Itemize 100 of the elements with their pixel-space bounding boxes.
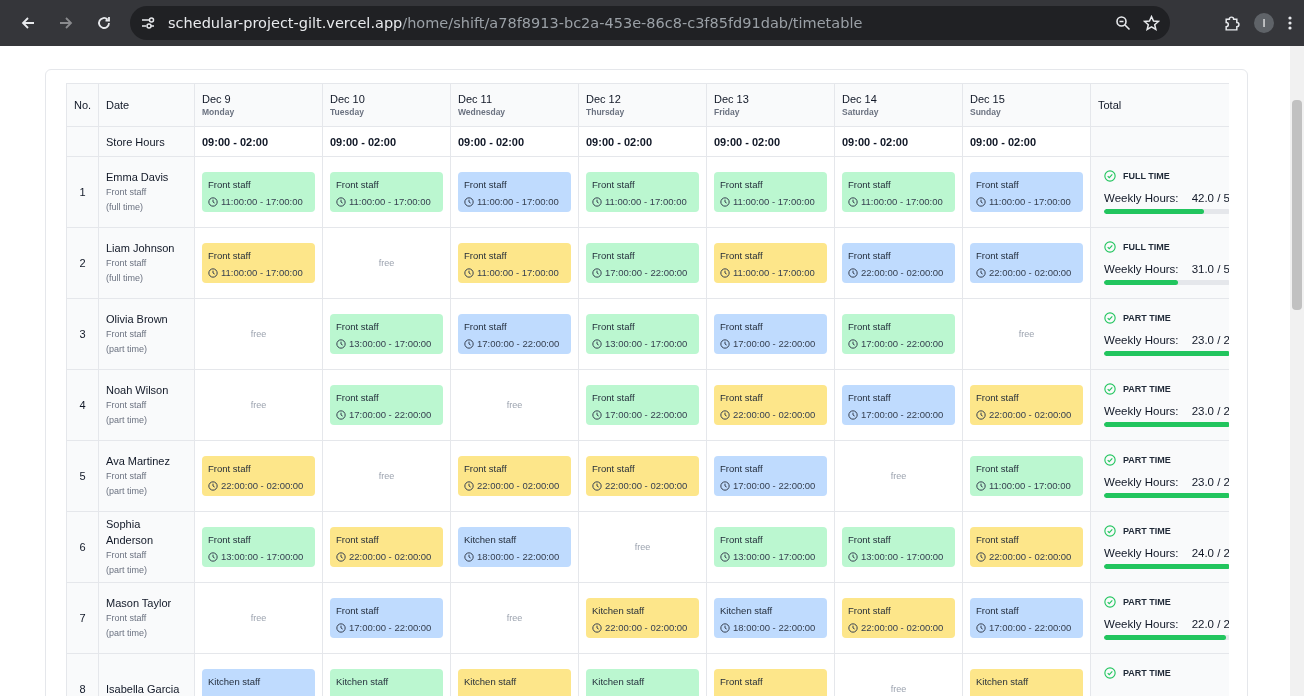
shift-block[interactable]: Front staff 22:00:00 - 02:00:00 <box>458 456 571 496</box>
shift-block[interactable]: Kitchen staff <box>586 669 699 696</box>
clock-icon <box>720 196 730 207</box>
table-cell: 09:00 - 02:00 <box>578 126 707 157</box>
shift-block[interactable]: Front staff 17:00:00 - 22:00:00 <box>842 314 955 354</box>
day-header: Dec 10 Tuesday <box>322 83 451 127</box>
column-header: Total <box>1090 83 1229 127</box>
weekly-hours-value: 23.0 / 2 <box>1191 334 1229 346</box>
shift-block[interactable]: Front staff 17:00:00 - 22:00:00 <box>970 598 1083 638</box>
day-header: Dec 15 Sunday <box>962 83 1091 127</box>
day-header: Dec 12 Thursday <box>578 83 707 127</box>
clock-icon <box>464 338 474 349</box>
shift-block[interactable]: Front staff 11:00:00 - 17:00:00 <box>458 243 571 283</box>
table-cell: 09:00 - 02:00 <box>962 126 1091 157</box>
profile-avatar[interactable]: I <box>1254 13 1274 33</box>
shift-block[interactable]: Front staff 11:00:00 - 17:00:00 <box>202 172 315 212</box>
shift-block[interactable]: Front staff 17:00:00 - 22:00:00 <box>586 385 699 425</box>
shift-block[interactable]: Front staff 11:00:00 - 17:00:00 <box>330 172 443 212</box>
employment-type: PART TIME <box>1123 526 1171 536</box>
shift-block[interactable]: Front staff 11:00:00 - 17:00:00 <box>970 172 1083 212</box>
contract-type: (part time) <box>106 485 148 498</box>
shift-block[interactable]: Front staff 17:00:00 - 22:00:00 <box>714 314 827 354</box>
shift-block[interactable]: Kitchen staff <box>202 669 315 696</box>
check-circle-icon <box>1104 170 1116 182</box>
reload-icon[interactable] <box>96 15 112 31</box>
clock-icon <box>592 480 602 491</box>
shift-block[interactable]: Front staff 17:00:00 - 22:00:00 <box>586 243 699 283</box>
employment-type: PART TIME <box>1123 597 1171 607</box>
shift-block[interactable]: Kitchen staff 22:00:00 - 02:00:00 <box>586 598 699 638</box>
free-label: free <box>450 369 579 441</box>
free-label: free <box>322 227 451 299</box>
clock-icon <box>208 196 218 207</box>
shift-block[interactable]: Kitchen staff 18:00:00 - 22:00:00 <box>458 527 571 567</box>
shift-block[interactable]: Kitchen staff <box>458 669 571 696</box>
shift-block[interactable]: Kitchen staff 18:00:00 - 22:00:00 <box>714 598 827 638</box>
shift-block[interactable]: Front staff 13:00:00 - 17:00:00 <box>842 527 955 567</box>
shift-block[interactable]: Front staff 13:00:00 - 17:00:00 <box>586 314 699 354</box>
site-settings-icon[interactable] <box>140 15 156 31</box>
shift-block[interactable]: Front staff 11:00:00 - 17:00:00 <box>842 172 955 212</box>
back-arrow-icon[interactable] <box>20 15 36 31</box>
shift-block[interactable]: Front staff 11:00:00 - 17:00:00 <box>714 172 827 212</box>
shift-block[interactable]: Front staff 22:00:00 - 02:00:00 <box>970 527 1083 567</box>
shift-block[interactable]: Front staff 22:00:00 - 02:00:00 <box>202 456 315 496</box>
clock-icon <box>208 267 218 278</box>
forward-arrow-icon[interactable] <box>58 15 74 31</box>
clock-icon <box>848 409 858 420</box>
shift-block[interactable]: Front staff 17:00:00 - 22:00:00 <box>330 385 443 425</box>
shift-block[interactable]: Front staff 11:00:00 - 17:00:00 <box>714 243 827 283</box>
shift-block[interactable]: Front staff 11:00:00 - 17:00:00 <box>970 456 1083 496</box>
employment-type: FULL TIME <box>1123 242 1170 252</box>
shift-block[interactable]: Front staff 17:00:00 - 22:00:00 <box>842 385 955 425</box>
zoom-icon[interactable] <box>1115 15 1131 31</box>
employee-role: Front staff <box>106 328 148 341</box>
menu-icon[interactable] <box>1288 15 1292 31</box>
shift-block[interactable]: Front staff 13:00:00 - 17:00:00 <box>714 527 827 567</box>
shift-block[interactable]: Front staff 22:00:00 - 02:00:00 <box>714 385 827 425</box>
contract-type: (full time) <box>106 272 144 285</box>
shift-block[interactable]: Front staff 22:00:00 - 02:00:00 <box>842 243 955 283</box>
clock-icon <box>464 551 474 562</box>
scrollbar[interactable] <box>1290 46 1304 696</box>
shift-block[interactable]: Front staff 22:00:00 - 02:00:00 <box>330 527 443 567</box>
shift-block[interactable]: Front staff 17:00:00 - 22:00:00 <box>330 598 443 638</box>
table-cell: 09:00 - 02:00 <box>322 126 451 157</box>
clock-icon <box>208 551 218 562</box>
clock-icon <box>720 480 730 491</box>
star-icon[interactable] <box>1143 14 1160 32</box>
clock-icon <box>592 622 602 633</box>
employment-type: PART TIME <box>1123 313 1171 323</box>
scrollbar-thumb[interactable] <box>1292 100 1302 310</box>
shift-block[interactable]: Front staff 22:00:00 - 02:00:00 <box>970 385 1083 425</box>
shift-block[interactable]: Front staff 22:00:00 - 02:00:00 <box>586 456 699 496</box>
employee-name: Mason Taylor <box>106 596 173 611</box>
shift-block[interactable]: Front staff 22:00:00 - 02:00:00 <box>842 598 955 638</box>
extensions-icon[interactable] <box>1223 14 1240 32</box>
row-number: 3 <box>66 298 99 370</box>
weekly-hours-label: Weekly Hours: <box>1104 547 1179 559</box>
shift-block[interactable]: Front staff <box>714 669 827 696</box>
clock-icon <box>976 622 986 633</box>
shift-block[interactable]: Front staff 17:00:00 - 22:00:00 <box>714 456 827 496</box>
column-header: Date <box>98 83 195 127</box>
shift-block[interactable]: Front staff 22:00:00 - 02:00:00 <box>970 243 1083 283</box>
clock-icon <box>336 551 346 562</box>
weekly-hours-label: Weekly Hours: <box>1104 618 1179 630</box>
address-bar[interactable]: schedular-project-gilt.vercel.app/home/shift/a78f8913-bc2a-453e-86c8-c3f85fd91dab/timetable <box>130 6 1170 40</box>
table-cell: 09:00 - 02:00 <box>834 126 963 157</box>
shift-block[interactable]: Front staff 13:00:00 - 17:00:00 <box>202 527 315 567</box>
shift-block[interactable]: Kitchen staff <box>970 669 1083 696</box>
shift-block[interactable]: Front staff 11:00:00 - 17:00:00 <box>586 172 699 212</box>
weekly-hours-value: 23.0 / 2 <box>1191 476 1229 488</box>
shift-block[interactable]: Kitchen staff <box>330 669 443 696</box>
clock-icon <box>976 409 986 420</box>
employee-name: Noah Wilson <box>106 383 170 398</box>
shift-block[interactable]: Front staff 11:00:00 - 17:00:00 <box>202 243 315 283</box>
employee-role: Front staff <box>106 470 148 483</box>
row-number: 4 <box>66 369 99 441</box>
shift-block[interactable]: Front staff 17:00:00 - 22:00:00 <box>458 314 571 354</box>
contract-type: (part time) <box>106 343 148 356</box>
shift-block[interactable]: Front staff 11:00:00 - 17:00:00 <box>458 172 571 212</box>
clock-icon <box>720 551 730 562</box>
shift-block[interactable]: Front staff 13:00:00 - 17:00:00 <box>330 314 443 354</box>
